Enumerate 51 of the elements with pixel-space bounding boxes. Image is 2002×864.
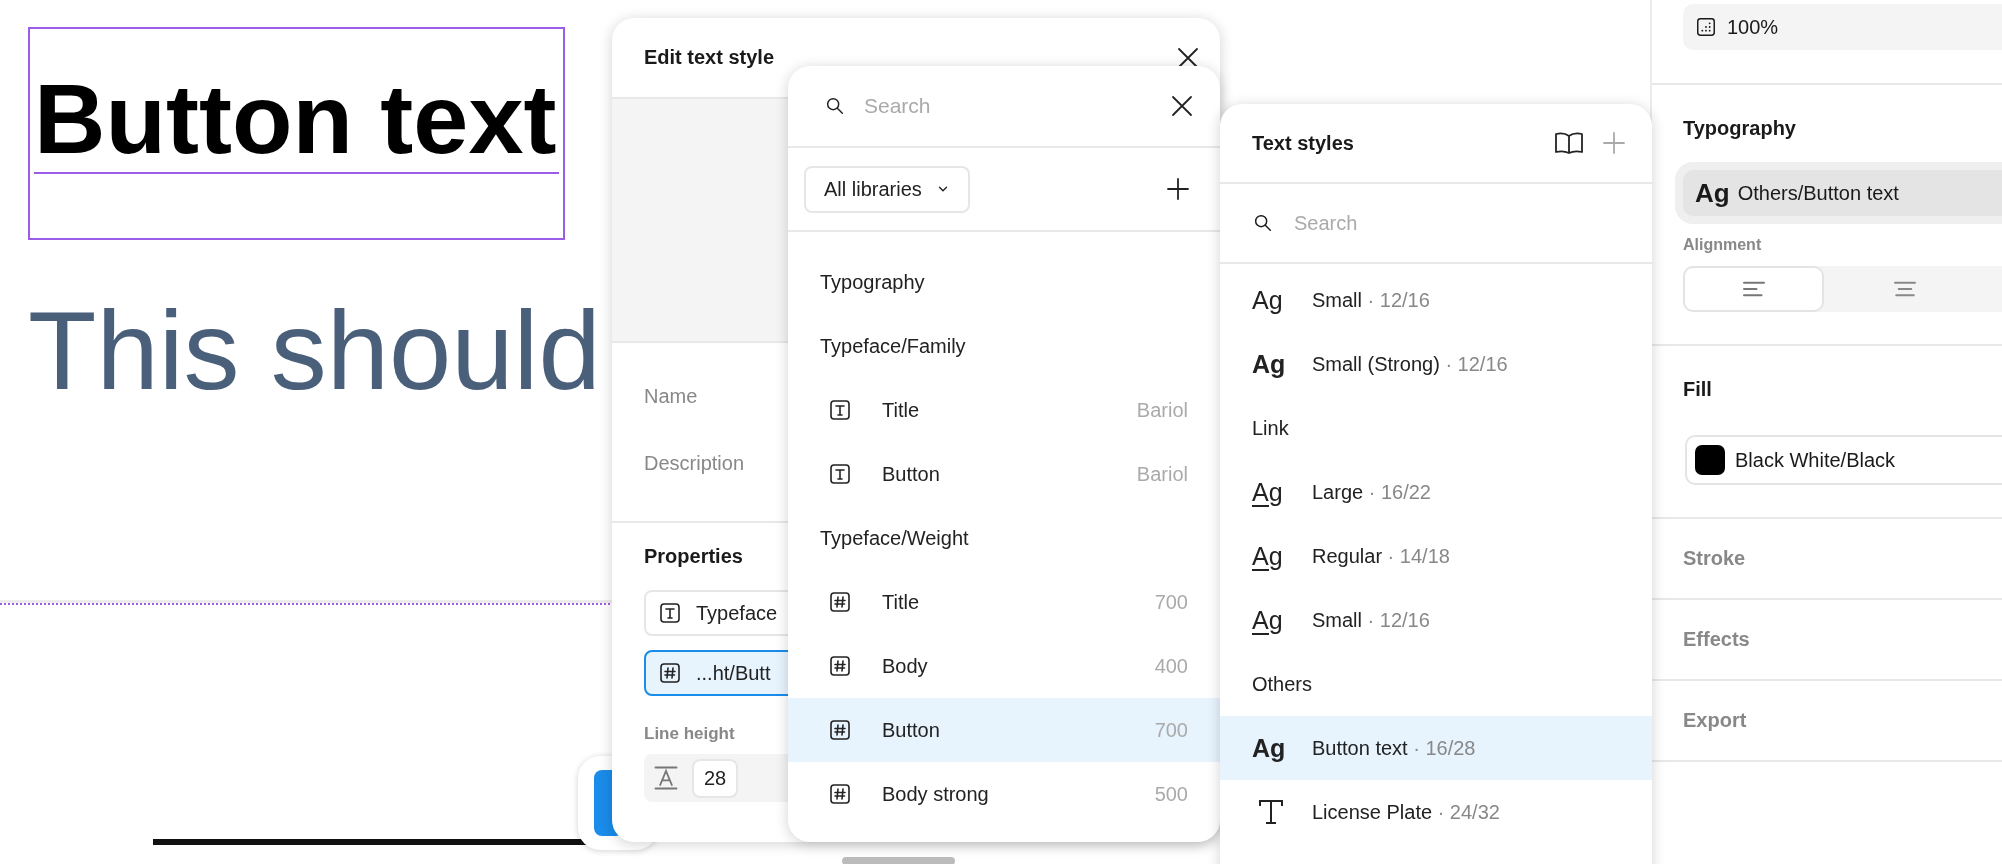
fill-field[interactable]: Black White/Black [1685,435,2002,485]
style-option[interactable]: Button 700 [788,698,1220,762]
text-style-item[interactable]: Ag Small · 12/16 [1220,588,1652,652]
field-label: Line height [644,724,735,744]
dialog-title: Edit text style [644,46,775,69]
group-header: Typeface/Family [820,334,966,358]
style-option[interactable]: Button Bariol [788,442,1220,506]
hash-icon [828,718,852,742]
text-style-item[interactable]: License Plate · 24/32 [1220,780,1652,844]
search-icon [1252,212,1274,234]
group-header: Typeface/Weight [820,526,969,550]
hash-icon [828,782,852,806]
text-style-item[interactable]: Ag Regular · 14/18 [1220,524,1652,588]
group-header: Others [1252,672,1313,696]
text-style-item[interactable]: Ag Button text · 16/28 [1220,716,1652,780]
line-height-field[interactable]: 28 [692,758,739,798]
field-label: Name [644,385,698,408]
section-title: Fill [1682,377,1713,401]
style-option[interactable]: Body 400 [788,634,1220,698]
library-dropdown[interactable]: All libraries [804,165,970,213]
field-label: Description [644,452,745,475]
text-style-item[interactable]: Ag Small (Strong) · 12/16 [1220,332,1652,396]
group-header: Link [1252,416,1289,440]
close-icon[interactable] [1170,94,1194,118]
text-icon [828,398,852,422]
section-title: Typography [1682,116,1797,140]
plus-icon[interactable] [1166,177,1190,201]
scrollbar-thumb[interactable] [842,857,955,864]
panel-title: Text styles [1252,131,1355,155]
group-header: Typography [820,270,925,294]
serif-t-icon [1256,797,1286,827]
field-label: Alignment [1682,235,1763,254]
style-option[interactable]: Body strong 500 [788,762,1220,826]
style-option[interactable]: Title Bariol [788,378,1220,442]
opacity-icon [1695,16,1717,38]
text-icon [658,601,682,625]
line-height-icon [652,764,680,792]
style-option[interactable]: Title 700 [788,570,1220,634]
selected-text-layer[interactable]: Button text [34,69,557,168]
search-icon [824,95,846,117]
hash-icon [658,661,682,685]
book-icon[interactable] [1554,130,1584,156]
section-title: Properties [644,545,744,568]
text-style-item[interactable]: Ag Small · 12/16 [1220,268,1652,332]
text-layer[interactable]: This should [28,288,601,413]
opacity-field[interactable]: 100% [1683,4,2002,50]
text-icon [828,462,852,486]
hash-icon [828,590,852,614]
search-field[interactable]: Search [862,93,1154,119]
hash-icon [828,654,852,678]
text-style-item[interactable]: Ag Large · 16/22 [1220,460,1652,524]
